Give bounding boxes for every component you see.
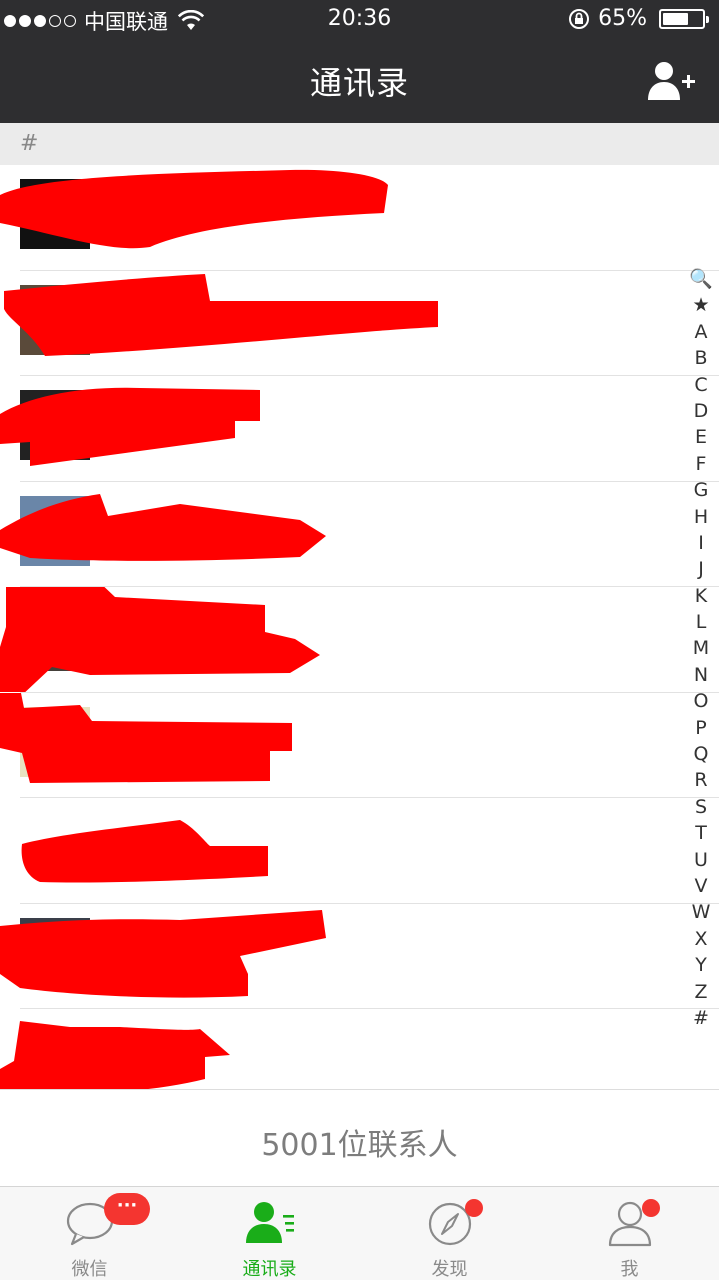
contact-row[interactable] <box>0 165 719 271</box>
redaction-mark <box>4 273 438 356</box>
discover-dot-badge <box>465 1199 483 1217</box>
tab-label: 通讯录 <box>242 1259 297 1280</box>
tab-bar: ··· 微信 通讯录 发现 我 <box>0 1186 719 1280</box>
index-letter[interactable]: T <box>695 820 707 846</box>
index-letter[interactable]: # <box>693 1005 709 1031</box>
tab-label: 微信 <box>71 1259 108 1280</box>
tab-contacts[interactable]: 通讯录 <box>180 1187 359 1281</box>
index-letter[interactable]: Q <box>694 741 709 767</box>
index-letter[interactable]: F <box>696 451 707 477</box>
page-title: 通讯录 <box>309 64 409 102</box>
contact-count: 5001位联系人 <box>261 1128 458 1163</box>
index-letter[interactable]: J <box>698 556 704 582</box>
tab-me[interactable]: 我 <box>540 1187 719 1281</box>
contact-list[interactable] <box>0 165 719 1115</box>
index-letter[interactable]: N <box>694 662 708 688</box>
battery-fill <box>663 12 688 25</box>
contact-row[interactable] <box>0 587 719 693</box>
index-letter[interactable]: V <box>695 873 708 899</box>
redaction-mark <box>0 387 260 466</box>
index-letter[interactable]: ★ <box>692 292 709 318</box>
alphabet-index[interactable]: 🔍 ★ A B C D E F G H I J K L M N O P Q R S T U V W X Y Z # <box>687 266 715 1031</box>
index-letter[interactable]: C <box>694 372 707 398</box>
contact-row[interactable] <box>0 798 719 904</box>
battery-icon <box>659 8 709 29</box>
redaction-mark <box>0 909 326 998</box>
contact-row[interactable] <box>0 271 719 376</box>
redaction-mark <box>0 692 292 783</box>
redaction-mark <box>0 587 320 692</box>
redaction-mark <box>21 820 268 883</box>
me-dot-badge <box>642 1199 660 1217</box>
contact-row[interactable] <box>0 482 719 587</box>
index-letter[interactable]: B <box>694 345 707 371</box>
contact-row[interactable] <box>0 376 719 482</box>
redaction-mark <box>0 493 326 561</box>
contacts-footer: 5001位联系人 <box>0 1089 719 1186</box>
index-letter[interactable]: Z <box>694 979 707 1005</box>
status-bar: 中国联通 20:36 65% <box>0 0 719 40</box>
index-letter[interactable]: S <box>695 794 707 820</box>
top-bar: 中国联通 20:36 65% 通讯录 <box>0 0 719 123</box>
index-letter[interactable]: A <box>695 319 708 345</box>
add-contact-icon[interactable] <box>647 60 697 102</box>
contact-row[interactable] <box>0 692 719 798</box>
index-letter[interactable]: G <box>694 477 709 503</box>
index-letter[interactable]: E <box>695 424 707 450</box>
index-letter[interactable]: O <box>694 688 709 714</box>
index-letter[interactable]: X <box>694 926 707 952</box>
index-letter[interactable]: P <box>695 715 706 741</box>
status-bar-right: 65% <box>568 6 709 31</box>
index-letter[interactable]: Y <box>695 952 707 978</box>
index-letter[interactable]: I <box>698 530 704 556</box>
index-letter[interactable]: M <box>693 635 709 661</box>
unread-badge: ··· <box>104 1193 150 1225</box>
index-letter[interactable]: W <box>692 899 711 925</box>
index-letter[interactable]: R <box>694 767 707 793</box>
index-letter[interactable]: K <box>695 583 707 609</box>
index-letter[interactable]: 🔍 <box>689 266 713 292</box>
battery-percent: 65% <box>598 6 647 31</box>
redaction-mark <box>0 169 388 249</box>
tab-label: 我 <box>620 1259 639 1280</box>
tab-discover[interactable]: 发现 <box>360 1187 539 1281</box>
tab-chats[interactable]: ··· 微信 <box>0 1187 179 1281</box>
contacts-icon <box>245 1202 294 1243</box>
rotation-lock-icon <box>569 8 590 29</box>
contact-row[interactable] <box>0 904 719 1009</box>
index-letter[interactable]: D <box>694 398 709 424</box>
tab-label: 发现 <box>431 1259 468 1280</box>
index-letter[interactable]: U <box>694 847 708 873</box>
section-header: # <box>0 123 719 165</box>
index-letter[interactable]: L <box>696 609 707 635</box>
index-letter[interactable]: H <box>694 504 708 530</box>
